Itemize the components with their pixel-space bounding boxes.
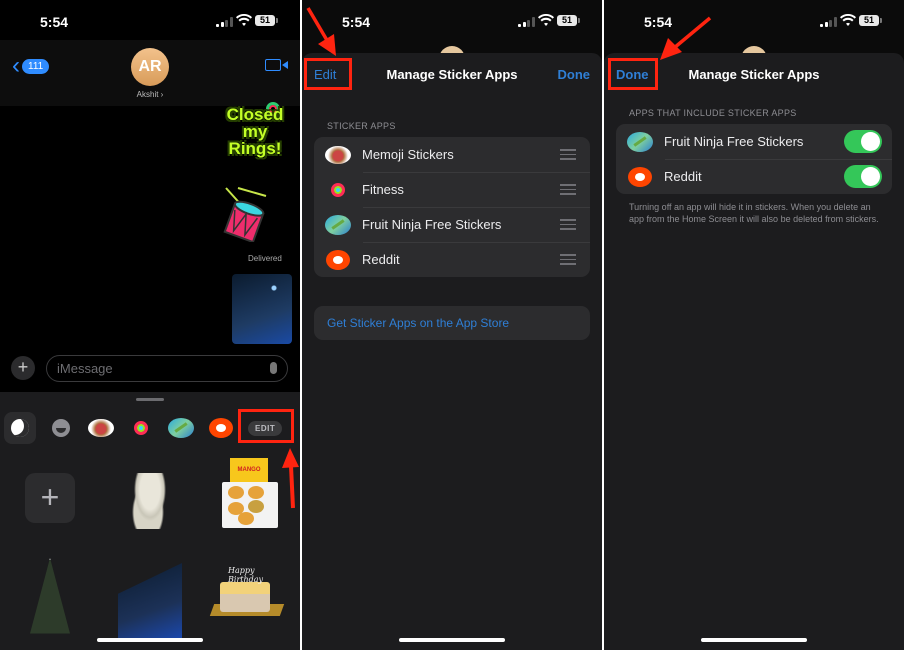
fitness-tab[interactable] bbox=[122, 411, 160, 445]
mango-box-sticker[interactable]: MANGO bbox=[222, 458, 278, 538]
manage-sticker-apps-edit-screen: 5:54 51 Done Manage Sticker Apps APPS TH… bbox=[604, 0, 904, 650]
add-sticker-button[interactable]: + bbox=[25, 473, 75, 523]
fruit-ninja-icon bbox=[325, 214, 351, 235]
conversation-header: ‹ 111 AR Akshit › bbox=[0, 40, 300, 106]
back-button[interactable]: ‹ 111 bbox=[12, 52, 50, 79]
fruit-ninja-icon bbox=[168, 418, 194, 438]
memoji-stickers-tab[interactable] bbox=[82, 411, 120, 445]
manage-sticker-apps-screen: 5:54 51 Edit Manage Sticker Apps Done ST… bbox=[302, 0, 602, 650]
emoji-icon bbox=[52, 419, 70, 437]
messages-screen: 5:54 51 ‹ 111 AR Akshit › Closed my Ring… bbox=[0, 0, 300, 650]
imessage-input[interactable]: iMessage bbox=[46, 355, 288, 382]
delivered-label: Delivered bbox=[248, 254, 282, 263]
fruit-ninja-icon bbox=[627, 131, 653, 152]
reddit-toggle[interactable] bbox=[844, 165, 882, 188]
reddit-icon bbox=[209, 418, 233, 438]
annotation-box-done bbox=[608, 58, 658, 90]
fitness-rings-icon bbox=[134, 421, 148, 435]
section-header: APPS THAT INCLUDE STICKER APPS bbox=[629, 108, 797, 118]
list-item[interactable]: Reddit bbox=[314, 242, 590, 277]
status-bar: 5:54 51 bbox=[302, 0, 602, 50]
reorder-handle-icon[interactable] bbox=[560, 219, 576, 230]
battery-icon: 51 bbox=[255, 15, 278, 26]
status-bar: 5:54 51 bbox=[604, 0, 904, 50]
reddit-tab[interactable] bbox=[202, 411, 240, 445]
wifi-icon bbox=[538, 14, 554, 26]
home-indicator[interactable] bbox=[97, 638, 203, 642]
memoji-icon bbox=[88, 419, 114, 437]
reorder-handle-icon[interactable] bbox=[560, 149, 576, 160]
list-item[interactable]: Fruit Ninja Free Stickers bbox=[314, 207, 590, 242]
list-item[interactable]: Fitness bbox=[314, 172, 590, 207]
home-indicator[interactable] bbox=[701, 638, 807, 642]
home-indicator[interactable] bbox=[399, 638, 505, 642]
section-header: STICKER APPS bbox=[327, 121, 396, 131]
done-button[interactable]: Done bbox=[558, 67, 591, 82]
fitness-rings-icon bbox=[331, 182, 345, 197]
microphone-icon[interactable] bbox=[270, 362, 277, 374]
memoji-icon bbox=[325, 145, 351, 164]
monkey-sticker[interactable] bbox=[130, 473, 170, 529]
reddit-icon bbox=[326, 249, 350, 270]
list-item: Fruit Ninja Free Stickers bbox=[616, 124, 892, 159]
contact-avatar[interactable]: AR bbox=[131, 48, 169, 86]
fruit-ninja-toggle[interactable] bbox=[844, 130, 882, 153]
recents-stickers-tab[interactable] bbox=[4, 412, 36, 444]
manage-sheet: Edit Manage Sticker Apps Done STICKER AP… bbox=[302, 53, 602, 650]
unread-badge: 111 bbox=[22, 58, 50, 74]
fruit-ninja-tab[interactable] bbox=[162, 411, 200, 445]
closed-my-rings-sticker[interactable]: Closed my Rings! bbox=[218, 106, 292, 168]
annotation-arrow-down-icon bbox=[306, 7, 336, 56]
status-time: 5:54 bbox=[40, 14, 69, 30]
manage-sheet: Done Manage Sticker Apps APPS THAT INCLU… bbox=[604, 53, 904, 650]
ferris-wheel-sticker-message[interactable] bbox=[232, 274, 292, 344]
footer-note: Turning off an app will hide it in stick… bbox=[629, 202, 879, 224]
facetime-video-icon[interactable] bbox=[265, 59, 288, 71]
contact-name[interactable]: Akshit › bbox=[0, 90, 300, 99]
status-time: 5:54 bbox=[342, 14, 371, 30]
emoji-tab[interactable] bbox=[42, 411, 80, 445]
reddit-icon bbox=[628, 166, 652, 187]
drawer-grabber[interactable] bbox=[136, 398, 164, 401]
birthday-cake-sticker[interactable]: Happy Birthday bbox=[209, 566, 286, 626]
cellular-signal-icon bbox=[518, 17, 535, 27]
wifi-icon bbox=[840, 14, 856, 26]
wifi-icon bbox=[236, 14, 252, 26]
message-composer: + iMessage bbox=[0, 350, 300, 390]
sticker-apps-list: Memoji Stickers Fitness Fruit Ninja Free… bbox=[314, 137, 590, 277]
reorder-handle-icon[interactable] bbox=[560, 184, 576, 195]
chevron-left-icon: ‹ bbox=[12, 52, 20, 79]
list-item: Reddit bbox=[616, 159, 892, 194]
get-sticker-apps-link[interactable]: Get Sticker Apps on the App Store bbox=[314, 306, 590, 340]
annotation-box-edit bbox=[238, 409, 294, 443]
annotation-box-edit bbox=[304, 58, 352, 90]
apps-plus-button[interactable]: + bbox=[11, 356, 35, 380]
cellular-signal-icon bbox=[216, 17, 233, 27]
sticker-apps-toggle-list: Fruit Ninja Free Stickers Reddit bbox=[616, 124, 892, 194]
annotation-arrow-diagonal-icon bbox=[660, 16, 712, 60]
cellular-signal-icon bbox=[820, 17, 837, 27]
battery-icon: 51 bbox=[557, 15, 580, 26]
reorder-handle-icon[interactable] bbox=[560, 254, 576, 265]
list-item[interactable]: Memoji Stickers bbox=[314, 137, 590, 172]
battery-icon: 51 bbox=[859, 15, 882, 26]
drum-sticker[interactable] bbox=[222, 186, 268, 242]
annotation-arrow-up-icon bbox=[282, 448, 299, 509]
sticker-peel-icon bbox=[11, 419, 29, 437]
